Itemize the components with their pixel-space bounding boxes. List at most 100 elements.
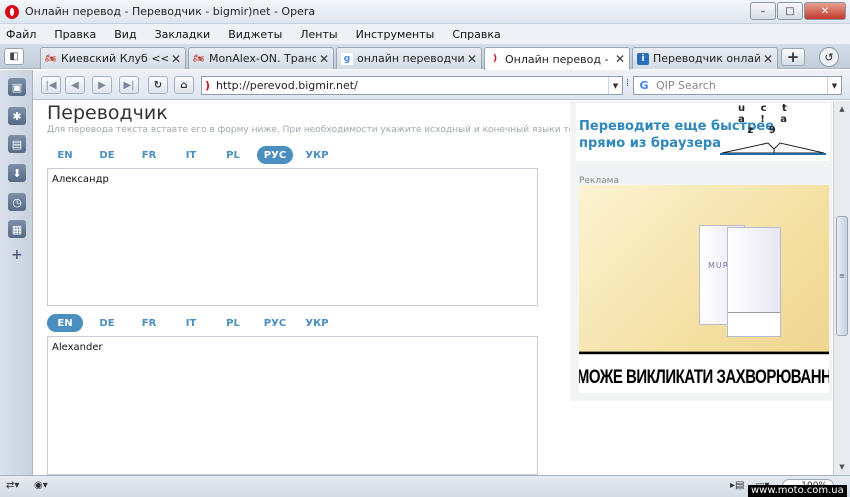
menu-tools[interactable]: Инструменты: [356, 28, 435, 41]
source-lang-ru-active[interactable]: РУС: [257, 146, 293, 164]
pack-health-warning: [728, 312, 780, 336]
tab-1[interactable]: 🏍 MonAlex-ON. Трансп... ✕: [188, 47, 334, 69]
add-panel-icon[interactable]: +: [11, 247, 23, 263]
rewind-icon[interactable]: |◀: [41, 76, 61, 94]
widgets-panel-icon[interactable]: ✱: [8, 107, 26, 125]
google-icon: g: [341, 52, 353, 65]
target-language-tabs: EN DE FR IT PL РУС УКР: [47, 314, 341, 332]
menu-file[interactable]: Файл: [6, 28, 36, 41]
info-icon: i: [637, 52, 649, 65]
target-lang-fr[interactable]: FR: [131, 314, 167, 332]
panel-arrows-icon[interactable]: ▸▤: [730, 480, 744, 491]
translation-output[interactable]: Alexander: [47, 336, 538, 475]
target-lang-it[interactable]: IT: [173, 314, 209, 332]
notes-panel-icon[interactable]: ▤: [8, 135, 26, 153]
opera-logo-icon[interactable]: [5, 4, 19, 19]
status-bar: ⇄▾ ◉▾ ▸▤ ▭▾ 100%: [0, 475, 850, 497]
menu-help[interactable]: Справка: [452, 28, 500, 41]
scroll-up-icon[interactable]: ▲: [834, 101, 850, 117]
closed-tabs-icon[interactable]: ↺: [819, 47, 839, 67]
site-favicon-icon: ): [205, 79, 211, 92]
tab-label: MonAlex-ON. Трансп...: [209, 52, 316, 65]
panel-toggle-icon[interactable]: ◧: [4, 48, 24, 65]
cigarette-ad-image[interactable]: MURATTI КУРІННЯ МОЖЕ ВИКЛИКАТИ ЗАХВОРЮВА…: [579, 185, 829, 393]
tab-0[interactable]: 🏍 Киевский Клуб <<Mu... ✕: [40, 47, 186, 69]
unite-icon[interactable]: ⇄▾: [6, 480, 19, 491]
close-window-button[interactable]: ✕: [804, 2, 846, 20]
address-url: http://perevod.bigmir.net/: [216, 79, 358, 92]
menu-bookmarks[interactable]: Закладки: [155, 28, 211, 41]
bike-icon: 🏍: [193, 53, 205, 64]
page-title: Переводчик: [47, 102, 168, 124]
downloads-panel-icon[interactable]: ⬇: [8, 164, 26, 182]
bookmarks-panel-icon[interactable]: ▣: [8, 78, 26, 96]
search-separator-icon: ⁞: [626, 78, 630, 89]
maximize-button[interactable]: □: [777, 2, 803, 20]
tab-2[interactable]: g онлайн переводчик -... ✕: [336, 47, 482, 69]
target-lang-uk[interactable]: УКР: [299, 314, 335, 332]
tab-close-icon[interactable]: ✕: [467, 52, 477, 66]
menu-edit[interactable]: Правка: [54, 28, 96, 41]
tab-3-active[interactable]: ) Онлайн перевод - Пе... ✕: [484, 47, 630, 70]
address-field[interactable]: ) http://perevod.bigmir.net/ ▼: [201, 76, 623, 95]
tab-close-icon[interactable]: ✕: [763, 52, 773, 66]
google-search-icon: G: [639, 79, 649, 92]
watermark: www.moto.com.ua: [748, 485, 847, 497]
scroll-down-icon[interactable]: ▼: [834, 459, 850, 475]
target-lang-pl[interactable]: PL: [215, 314, 251, 332]
extension-promo-banner[interactable]: Переводите еще быстрее прямо из браузера…: [576, 103, 830, 161]
tab-label: Переводчик онлайн, ...: [653, 52, 760, 65]
new-tab-button[interactable]: +: [781, 48, 805, 66]
flying-letters-icon: u c ta ! a z 9: [738, 103, 794, 136]
promo-line-2: прямо из браузера: [579, 136, 721, 151]
translation-text: Alexander: [52, 342, 103, 353]
back-icon[interactable]: ◀: [65, 76, 85, 94]
source-language-tabs: EN DE FR IT PL РУС УКР: [47, 146, 341, 164]
fast-forward-icon[interactable]: ▶|: [119, 76, 139, 94]
source-lang-uk[interactable]: УКР: [299, 146, 335, 164]
tab-close-icon[interactable]: ✕: [171, 52, 181, 66]
home-icon[interactable]: ⌂: [174, 76, 194, 94]
source-text-input[interactable]: Александр: [47, 168, 538, 306]
source-lang-en[interactable]: EN: [47, 146, 83, 164]
page-subtitle: Для перевода текста вставте его в форму …: [47, 125, 599, 135]
search-placeholder: QIP Search: [656, 79, 716, 92]
target-lang-de[interactable]: DE: [89, 314, 125, 332]
turbo-icon[interactable]: ◉▾: [34, 480, 48, 491]
tab-4[interactable]: i Переводчик онлайн, ... ✕: [632, 47, 778, 69]
menu-view[interactable]: Вид: [114, 28, 136, 41]
scroll-thumb[interactable]: ≡: [836, 216, 848, 336]
tab-bar: ◧ 🏍 Киевский Клуб <<Mu... ✕ 🏍 MonAlex-ON…: [0, 44, 850, 70]
window-title: Онлайн перевод - Переводчик - bigmir)net…: [25, 5, 316, 18]
minimize-button[interactable]: –: [750, 2, 776, 20]
search-field[interactable]: G QIP Search ▼: [633, 76, 842, 95]
side-panel: ▣ ✱ ▤ ⬇ ◷ ▦ +: [0, 70, 33, 475]
reload-icon[interactable]: ↻: [148, 76, 168, 94]
page-content: Переводчик Для перевода текста вставте е…: [33, 101, 833, 475]
source-lang-pl[interactable]: PL: [215, 146, 251, 164]
menu-feeds[interactable]: Ленты: [300, 28, 337, 41]
target-lang-ru[interactable]: РУС: [257, 314, 293, 332]
target-lang-en-active[interactable]: EN: [47, 314, 83, 332]
open-book-icon: [720, 142, 826, 155]
address-dropdown-icon[interactable]: ▼: [608, 77, 622, 94]
tab-close-icon[interactable]: ✕: [615, 52, 625, 66]
bigmir-icon: ): [492, 54, 498, 64]
menu-bar: Файл Правка Вид Закладки Виджеты Ленты И…: [0, 24, 850, 44]
ad-sidebar: Переводите еще быстрее прямо из браузера…: [570, 101, 832, 401]
bike-icon: 🏍: [45, 53, 57, 64]
menu-widgets[interactable]: Виджеты: [228, 28, 282, 41]
history-panel-icon[interactable]: ◷: [8, 193, 26, 211]
forward-icon[interactable]: ▶: [92, 76, 112, 94]
title-bar: Онлайн перевод - Переводчик - bigmir)net…: [0, 0, 850, 24]
source-lang-de[interactable]: DE: [89, 146, 125, 164]
source-lang-it[interactable]: IT: [173, 146, 209, 164]
links-panel-icon[interactable]: ▦: [8, 220, 26, 238]
tab-label: онлайн переводчик -...: [357, 52, 464, 65]
tab-close-icon[interactable]: ✕: [319, 52, 329, 66]
vertical-scrollbar[interactable]: ▲ ≡ ▼: [833, 101, 850, 475]
search-dropdown-icon[interactable]: ▼: [827, 77, 841, 94]
source-lang-fr[interactable]: FR: [131, 146, 167, 164]
cigarette-pack-front: [727, 227, 781, 337]
health-warning: КУРІННЯ МОЖЕ ВИКЛИКАТИ ЗАХВОРЮВАННЯ НА Р…: [579, 351, 829, 393]
